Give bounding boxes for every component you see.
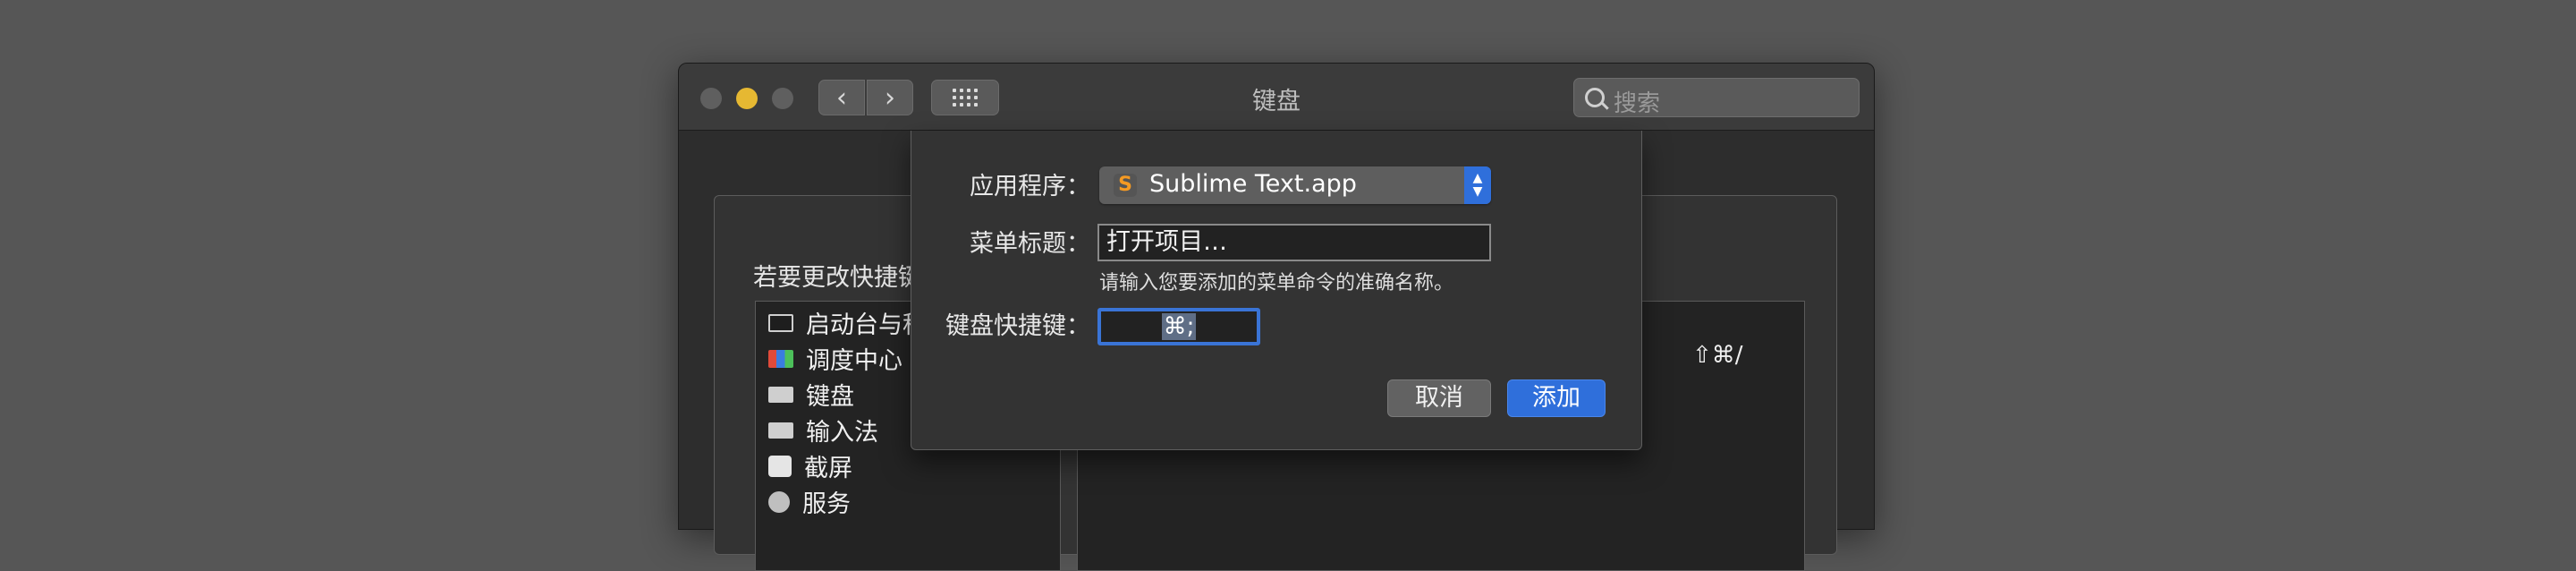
keyboard-icon	[768, 422, 793, 439]
add-button[interactable]: 添加	[1507, 379, 1606, 417]
category-label: 调度中心	[806, 347, 902, 375]
category-label: 截屏	[804, 455, 852, 482]
keyboard-icon	[768, 386, 793, 403]
category-item-input-sources[interactable]: 输入法	[768, 413, 878, 447]
category-item-mission-control[interactable]: 调度中心	[768, 341, 902, 376]
mission-control-icon	[768, 349, 793, 368]
application-label: 应用程序：	[970, 173, 1090, 200]
shortcut-keys: ⇧⌘/	[1692, 342, 1743, 369]
application-popup[interactable]: S Sublime Text.app ▲ ▼	[1099, 166, 1491, 204]
shortcut-value: ⌘;	[1161, 313, 1197, 340]
helper-text: 请输入您要添加的菜单命令的准确名称。	[1099, 272, 1454, 294]
menu-title-input[interactable]: 打开项目…	[1097, 224, 1491, 261]
search-placeholder: 搜索	[1614, 90, 1661, 117]
titlebar: ‹ › 键盘 搜索	[679, 64, 1874, 131]
sublime-text-icon: S	[1114, 174, 1137, 197]
category-item-keyboard[interactable]: 键盘	[768, 377, 854, 412]
shortcut-input[interactable]: ⌘;	[1097, 308, 1260, 345]
category-item-screenshots[interactable]: 截屏	[768, 448, 852, 483]
hint-text: 若要更改快捷键	[753, 264, 922, 292]
screenshot-icon	[768, 455, 792, 477]
application-value: Sublime Text.app	[1149, 170, 1357, 198]
keyboard-shortcut-label: 键盘快捷键：	[945, 312, 1090, 340]
category-label: 输入法	[806, 419, 878, 447]
search-field[interactable]: 搜索	[1573, 78, 1860, 117]
launchpad-icon	[768, 313, 793, 332]
chevron-up-down-icon: ▲ ▼	[1464, 166, 1491, 204]
menu-title-label: 菜单标题：	[970, 230, 1090, 258]
gear-icon	[768, 490, 790, 513]
category-item-services[interactable]: 服务	[768, 484, 851, 519]
category-label: 键盘	[806, 383, 854, 411]
search-icon	[1585, 88, 1605, 107]
add-shortcut-sheet: 应用程序： S Sublime Text.app ▲ ▼ 菜单标题： 打开项目… …	[911, 131, 1642, 450]
cancel-button[interactable]: 取消	[1387, 379, 1491, 417]
category-label: 服务	[802, 490, 851, 518]
